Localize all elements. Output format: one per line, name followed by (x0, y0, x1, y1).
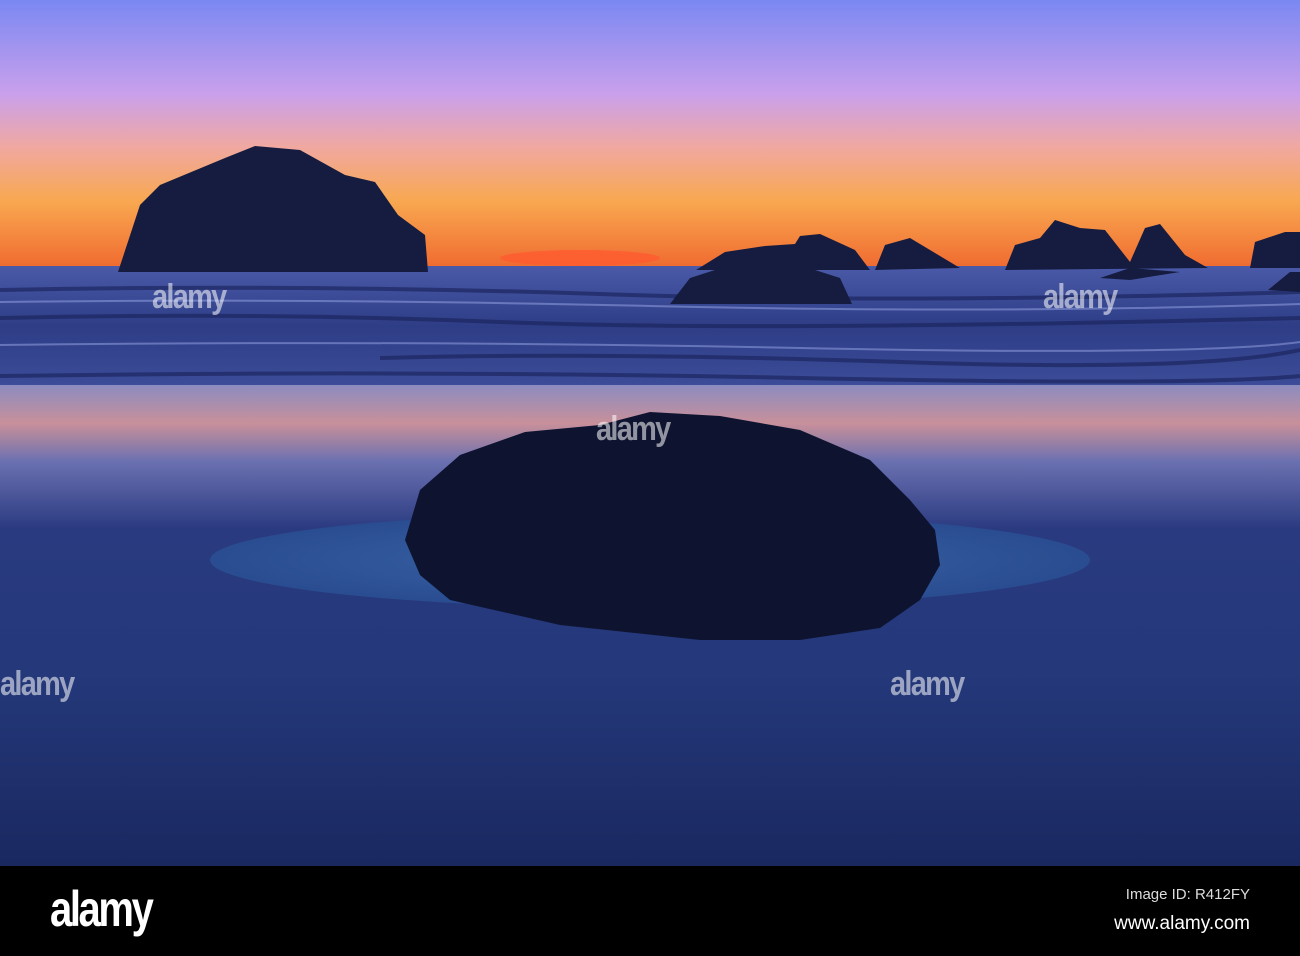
watermark: alamy (0, 665, 75, 703)
image-id: Image ID: R412FY (1125, 886, 1250, 903)
stock-photo: alamy alamy alamy alamy alamy alamy Imag… (0, 0, 1300, 956)
footer-bar: alamy Image ID: R412FY www.alamy.com (0, 866, 1300, 956)
watermark: alamy (1043, 278, 1118, 316)
alamy-logo[interactable]: alamy (50, 880, 154, 938)
site-link[interactable]: www.alamy.com (1114, 913, 1250, 935)
watermark: alamy (890, 665, 965, 703)
watermark: alamy (152, 278, 227, 316)
watermark: alamy (596, 410, 671, 448)
